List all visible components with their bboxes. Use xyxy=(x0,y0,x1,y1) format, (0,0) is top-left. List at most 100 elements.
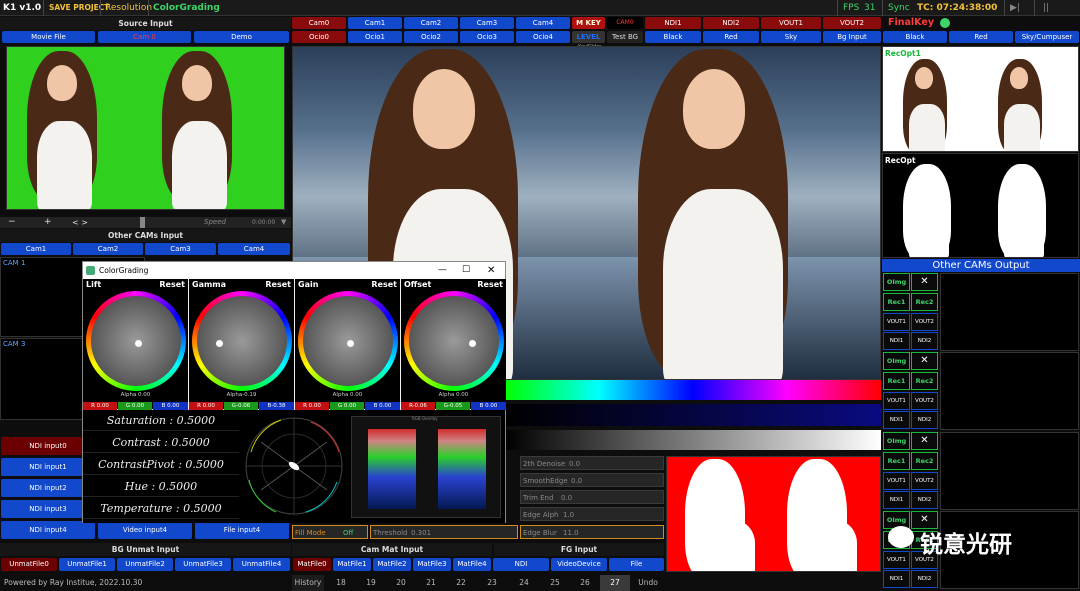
output-ndi2-button[interactable]: NDI2 xyxy=(911,332,938,350)
edgeblur-row[interactable]: Edge Blur 11.0 xyxy=(520,525,664,539)
history-21[interactable]: 21 xyxy=(416,575,446,591)
ocio0-button[interactable]: Ocio0 xyxy=(292,31,346,43)
cam3-button[interactable]: Cam3 xyxy=(460,17,514,29)
temperature-param[interactable]: Temperature : 0.5000 xyxy=(83,498,239,519)
bg-sky-button[interactable]: Sky xyxy=(761,31,821,43)
sync-button[interactable]: Sync xyxy=(885,0,913,16)
output-rec1-button[interactable]: Rec1 xyxy=(883,452,910,470)
step-button[interactable]: < > xyxy=(72,217,88,228)
ocio4-button[interactable]: Ocio4 xyxy=(516,31,570,43)
other-cam1-button[interactable]: Cam1 xyxy=(1,243,71,255)
level-button[interactable]: LEVEL xyxy=(572,31,605,43)
cam0-source-button[interactable]: Cam 0 xyxy=(98,31,191,43)
matfile2-button[interactable]: MatFile2 xyxy=(373,558,411,571)
history-20[interactable]: 20 xyxy=(386,575,416,591)
wheel-reset-button[interactable]: Reset xyxy=(265,280,291,289)
threshold-row[interactable]: Threshold 0.301 xyxy=(370,525,518,539)
vout1-button[interactable]: VOUT1 xyxy=(761,17,821,29)
matfile4-button[interactable]: MatFile4 xyxy=(453,558,491,571)
output-rec2-button[interactable]: Rec2 xyxy=(911,452,938,470)
contrast-param[interactable]: Contrast : 0.5000 xyxy=(83,432,239,453)
saturation-param[interactable]: Saturation : 0.5000 xyxy=(83,410,239,431)
ndi-input0-button[interactable]: NDI input0 xyxy=(1,437,95,455)
color-wheel[interactable] xyxy=(298,291,398,391)
maximize-icon[interactable]: ☐ xyxy=(462,262,470,279)
colorgrading-button[interactable]: ColorGrading xyxy=(150,0,223,16)
color-wheel[interactable] xyxy=(86,291,186,391)
file-input4-button[interactable]: File input4 xyxy=(195,521,289,539)
output-ndi2-button[interactable]: NDI2 xyxy=(911,570,938,588)
pause-icon[interactable]: || xyxy=(1040,0,1052,16)
denoise-row[interactable]: 2th Denoise 0.0 xyxy=(520,456,664,470)
history-26[interactable]: 26 xyxy=(570,575,600,591)
hue-param[interactable]: Hue : 0.5000 xyxy=(83,476,239,497)
cam0-button[interactable]: Cam0 xyxy=(292,17,346,29)
output-rec1-button[interactable]: Rec1 xyxy=(883,293,910,311)
other-cam2-button[interactable]: Cam2 xyxy=(73,243,143,255)
output-vout2-button[interactable]: VOUT2 xyxy=(911,472,938,490)
cam4-button[interactable]: Cam4 xyxy=(516,17,570,29)
smooth-row[interactable]: SmoothEdge 0.0 xyxy=(520,473,664,487)
fillmode-row[interactable]: Fill Mode Off xyxy=(292,525,368,539)
dropdown-icon[interactable]: ▼ xyxy=(281,217,286,228)
output-x-button[interactable]: ✕ xyxy=(911,273,938,291)
edgealph-row[interactable]: Edge Alph 1.0 xyxy=(520,507,664,521)
output-ndi2-button[interactable]: NDI2 xyxy=(911,411,938,429)
fg-file-button[interactable]: File xyxy=(609,558,664,571)
finalkey-black-button[interactable]: Black xyxy=(883,31,947,43)
history-23[interactable]: 23 xyxy=(476,575,508,591)
hue-gradient-bar[interactable] xyxy=(505,380,881,400)
output-rec1-button[interactable]: Rec1 xyxy=(883,372,910,390)
bg-input-button[interactable]: Bg Input xyxy=(823,31,881,43)
output-vout1-button[interactable]: VOUT1 xyxy=(883,472,910,490)
contrast-pivot-param[interactable]: ContrastPivot : 0.5000 xyxy=(83,454,239,475)
undo-button[interactable]: Undo xyxy=(632,575,664,591)
wheel-handle[interactable] xyxy=(216,340,223,347)
finalkey-red-button[interactable]: Red xyxy=(949,31,1013,43)
ndi-input2-button[interactable]: NDI input2 xyxy=(1,479,95,497)
unmatfile3-button[interactable]: UnmatFile3 xyxy=(175,558,231,571)
play-icon[interactable]: ▶| xyxy=(1007,0,1023,16)
minimize-icon[interactable]: — xyxy=(438,262,447,279)
output-ndi1-button[interactable]: NDI1 xyxy=(883,411,910,429)
ndi-mat-button[interactable]: NDI xyxy=(493,558,549,571)
output-rec2-button[interactable]: Rec2 xyxy=(911,293,938,311)
wheel-handle[interactable] xyxy=(347,340,354,347)
finalkey-sky-button[interactable]: Sky/Cumpuser xyxy=(1015,31,1079,43)
bg-red-button[interactable]: Red xyxy=(703,31,759,43)
plus-button[interactable]: + xyxy=(44,217,52,228)
output-ndi1-button[interactable]: NDI1 xyxy=(883,332,910,350)
minus-button[interactable]: − xyxy=(8,217,16,228)
blue-gradient-bar[interactable] xyxy=(505,404,881,426)
ndi-input4-button[interactable]: NDI input4 xyxy=(1,521,95,539)
output-x-button[interactable]: ✕ xyxy=(911,432,938,450)
output-rec2-button[interactable]: Rec2 xyxy=(911,372,938,390)
vout2-button[interactable]: VOUT2 xyxy=(823,17,881,29)
wheel-handle[interactable] xyxy=(469,340,476,347)
luma-gradient-bar[interactable] xyxy=(505,430,881,450)
test-bg-button[interactable]: Test BG xyxy=(607,31,643,43)
output-vout2-button[interactable]: VOUT2 xyxy=(911,313,938,331)
color-wheel[interactable] xyxy=(404,291,504,391)
movie-file-button[interactable]: Movie File xyxy=(2,31,95,43)
scrub-handle[interactable] xyxy=(140,217,145,228)
output-oimg-button[interactable]: OImg xyxy=(883,432,910,450)
history-27[interactable]: 27 xyxy=(600,575,630,591)
unmatfile4-button[interactable]: UnmatFile4 xyxy=(233,558,290,571)
ndi1-out-button[interactable]: NDI1 xyxy=(645,17,701,29)
other-cam3-button[interactable]: Cam3 xyxy=(145,243,216,255)
ocio2-button[interactable]: Ocio2 xyxy=(404,31,458,43)
ndi-input1-button[interactable]: NDI input1 xyxy=(1,458,95,476)
trim-row[interactable]: Trim End 0.0 xyxy=(520,490,664,504)
cam2-button[interactable]: Cam2 xyxy=(404,17,458,29)
wheel-handle[interactable] xyxy=(135,340,142,347)
wheel-reset-button[interactable]: Reset xyxy=(477,280,503,289)
ndi2-out-button[interactable]: NDI2 xyxy=(703,17,759,29)
demo-button[interactable]: Demo xyxy=(194,31,289,43)
output-vout1-button[interactable]: VOUT1 xyxy=(883,313,910,331)
videodevice-button[interactable]: VideoDevice xyxy=(551,558,607,571)
ocio3-button[interactable]: Ocio3 xyxy=(460,31,514,43)
history-24[interactable]: 24 xyxy=(508,575,540,591)
output-vout1-button[interactable]: VOUT1 xyxy=(883,392,910,410)
close-icon[interactable]: ✕ xyxy=(487,262,495,279)
